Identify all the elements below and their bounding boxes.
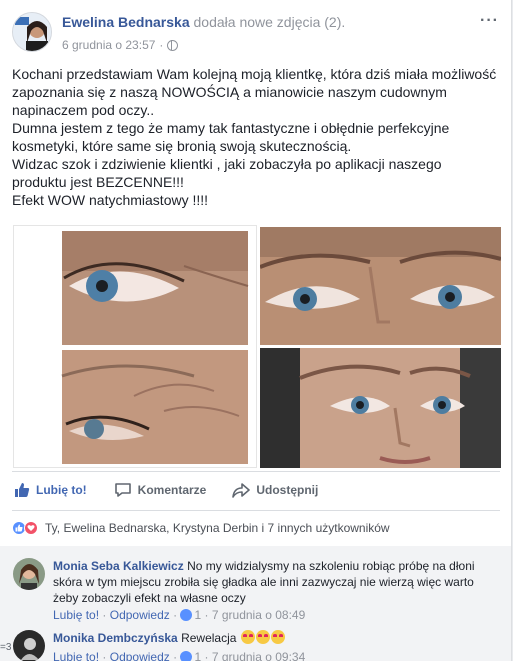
comment-author-link[interactable]: Monia Seba Kalkiewicz [53, 559, 184, 573]
post-text-line: Kochani przedstawiam Wam kolejną moją kl… [12, 66, 497, 82]
reactions-text: Ty, Ewelina Bednarska, Krystyna Derbin i… [45, 521, 390, 535]
post-text-line: Dumna jestem z tego że mamy tak fantasty… [12, 120, 450, 136]
comment-button-label: Komentarze [137, 483, 207, 497]
share-button[interactable]: Udostępnij [232, 482, 318, 498]
share-button-label: Udostępnij [256, 483, 319, 497]
comment-meta: Lubię to! · Odpowiedz · 1 · 7 grudnia o … [53, 608, 306, 622]
post-text-line: kosmetyki, które same się bronią swoją s… [12, 138, 352, 154]
post-card: Ewelina Bednarska dodała nowe zdjęcia (2… [0, 0, 512, 661]
thumbs-up-icon [15, 483, 30, 497]
post-text-line: Efekt WOW natychmiastowy !!!! [12, 192, 209, 208]
comment-text-line: skóra w tym miejscu zrobiła się gładka a… [53, 575, 474, 589]
comment-meta: Lubię to! · Odpowiedz · 1 · 7 grudnia o … [53, 650, 305, 661]
comment-text-line: Rewelacja [181, 631, 237, 645]
divider [12, 471, 500, 472]
comment-like-link[interactable]: Lubię to! [53, 608, 99, 622]
comment-reply-link[interactable]: Odpowiedz [110, 650, 170, 661]
comments-section: Monia Seba Kalkiewicz No my widzialysmy … [0, 546, 511, 661]
comment-like-link[interactable]: Lubię to! [53, 650, 99, 661]
post-action-text: dodała nowe zdjęcia (2). [193, 14, 346, 30]
heart-eyes-emoji-icon [255, 630, 270, 644]
globe-icon [167, 39, 179, 51]
post-action-bar: Lubię to! Komentarze Udostępnij [12, 476, 500, 504]
divider [12, 510, 500, 511]
comment-text-line: No my widzialysmy na szkoleniu robiąc pr… [187, 559, 475, 573]
comment-body: Monika Dembczyńska Rewelacja [53, 630, 503, 646]
like-button[interactable]: Lubię to! [14, 482, 87, 498]
heart-reaction-icon [24, 521, 38, 535]
comment-body: Monia Seba Kalkiewicz No my widzialysmy … [53, 558, 503, 606]
post-meta: 6 grudnia o 23:57 · [62, 38, 179, 52]
more-options-button[interactable]: ··· [480, 12, 499, 30]
comment-reply-link[interactable]: Odpowiedz [110, 608, 170, 622]
comment-button[interactable]: Komentarze [114, 482, 207, 498]
post-timestamp[interactable]: 6 grudnia o 23:57 [62, 38, 155, 52]
post-text-line: zapoznania się z naszą NOWOŚCIĄ a mianow… [12, 84, 447, 100]
comment-icon [114, 483, 131, 497]
commenter-avatar[interactable] [13, 630, 45, 661]
edge-tab[interactable]: =3 [0, 642, 11, 653]
author-avatar[interactable] [12, 12, 52, 52]
like-count-icon [180, 609, 193, 621]
comment-like-count[interactable]: 1 [194, 650, 201, 661]
comment-timestamp[interactable]: 7 grudnia o 08:49 [212, 608, 305, 622]
share-icon [232, 483, 251, 498]
reactions-summary[interactable]: Ty, Ewelina Bednarska, Krystyna Derbin i… [12, 521, 390, 535]
author-name-link[interactable]: Ewelina Bednarska [62, 14, 190, 30]
post-text-line: Widzac szok i zdziwienie klientki , jaki… [12, 156, 442, 172]
post-photo-1[interactable] [13, 225, 257, 468]
commenter-avatar[interactable] [13, 558, 45, 590]
post-photo-3[interactable] [260, 348, 501, 468]
heart-eyes-emoji-icon [240, 630, 255, 644]
post-photo-2[interactable] [260, 227, 501, 345]
like-button-label: Lubię to! [36, 483, 87, 497]
post-header: Ewelina Bednarska dodała nowe zdjęcia (2… [62, 14, 345, 30]
post-text: Kochani przedstawiam Wam kolejną moją kl… [12, 65, 504, 209]
comment-timestamp[interactable]: 7 grudnia o 09:34 [212, 650, 305, 661]
like-count-icon [180, 651, 193, 661]
post-text-line: napinaczem pod oczy.. [12, 102, 155, 118]
comment-author-link[interactable]: Monika Dembczyńska [53, 631, 178, 645]
comment-like-count[interactable]: 1 [194, 608, 201, 622]
comment-text-line: żeby zobaczyli efekt na własne oczy [53, 591, 246, 605]
heart-eyes-emoji-icon [270, 630, 285, 644]
post-text-line: produktu jest BEZCENNE!!! [12, 174, 184, 190]
